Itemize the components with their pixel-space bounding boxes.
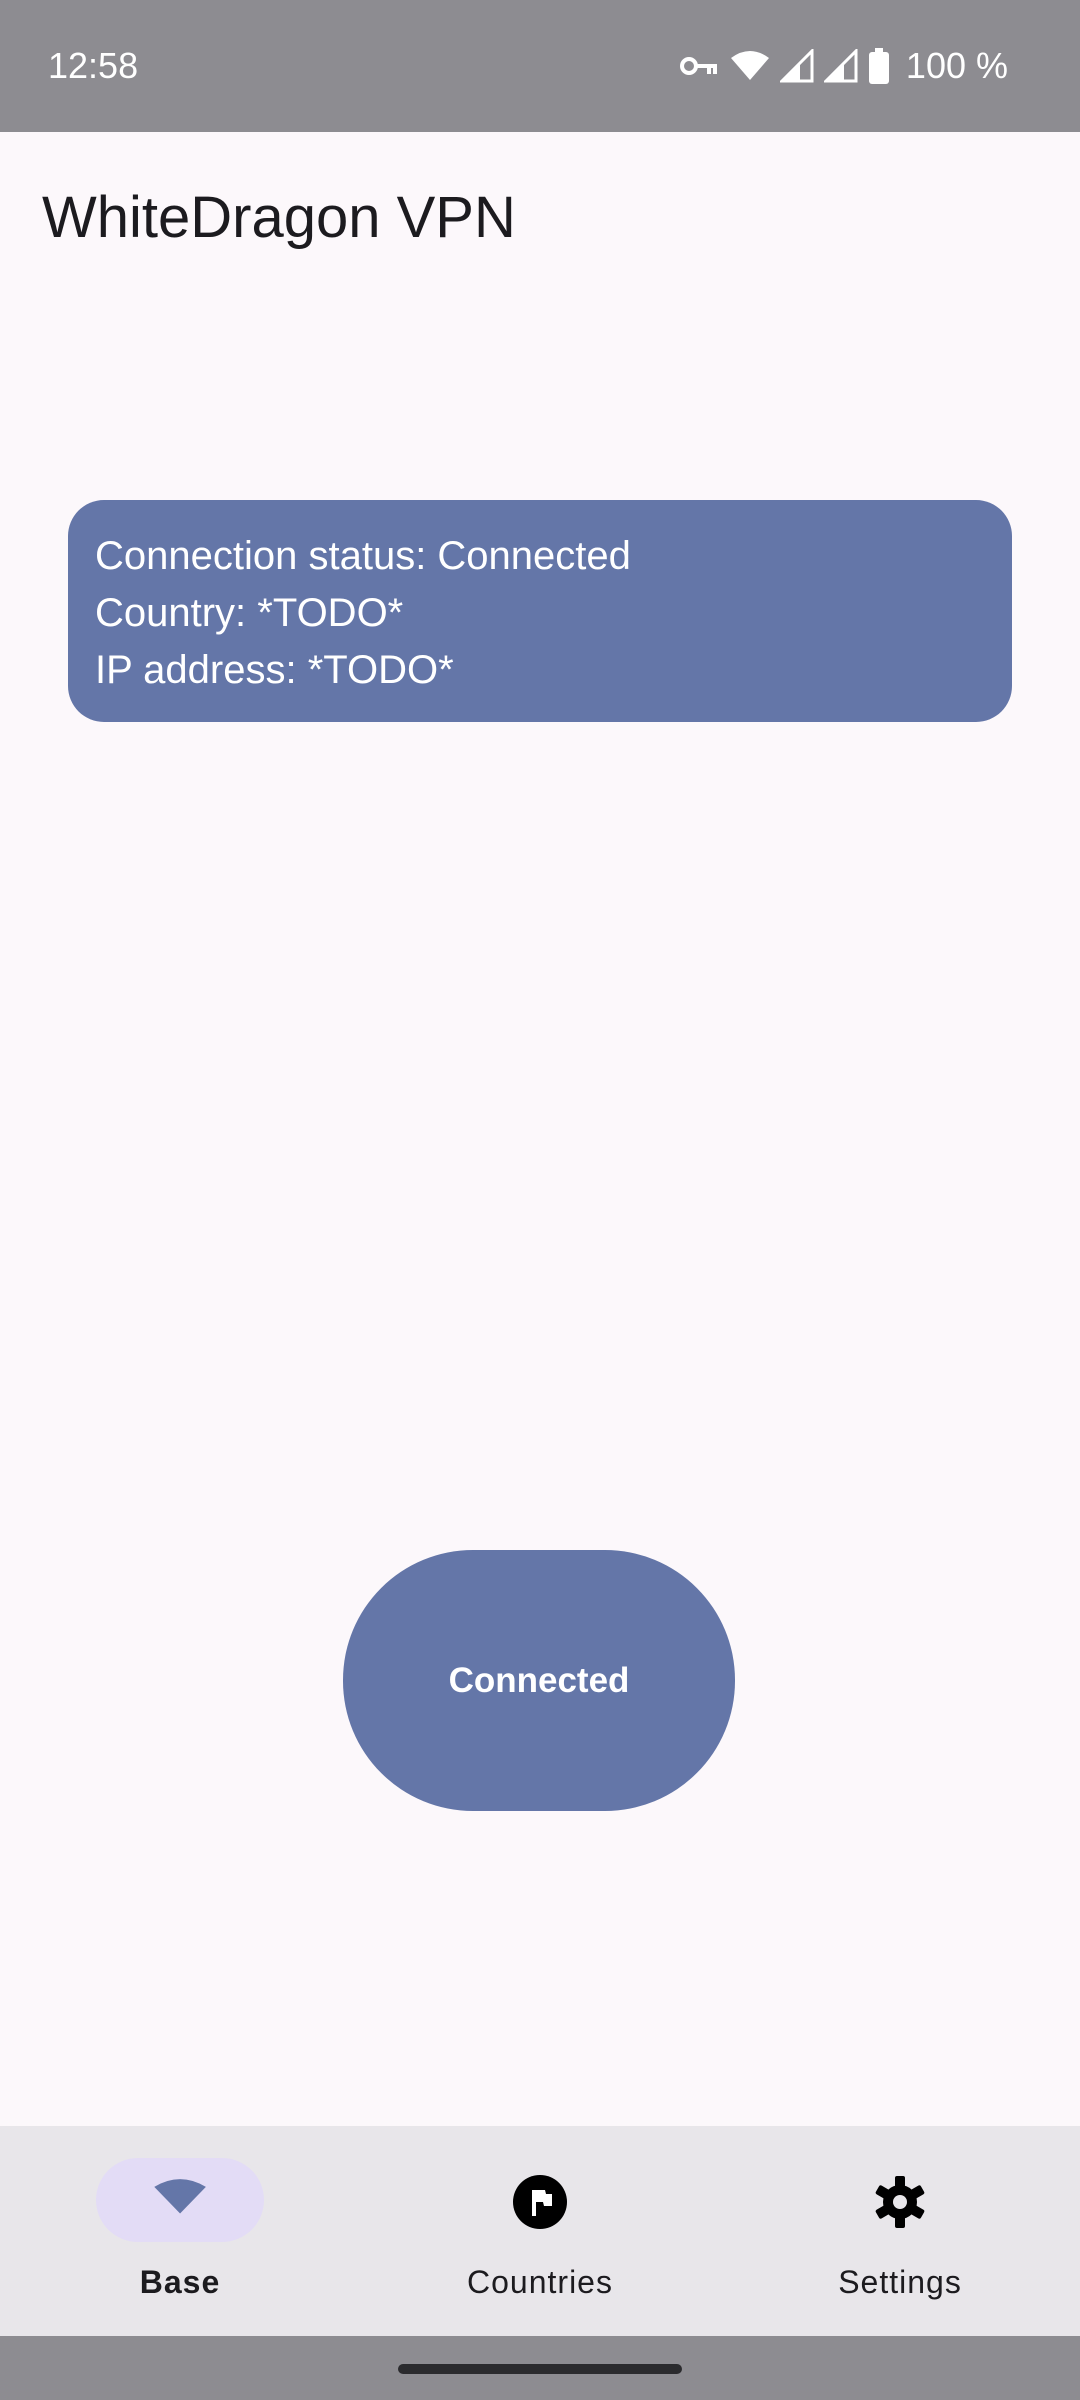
nav-label-settings: Settings xyxy=(838,2264,962,2300)
connection-status-text: Connection status: Connected xyxy=(95,534,631,578)
wifi-icon xyxy=(152,2174,208,2230)
status-time: 12:58 xyxy=(48,45,139,86)
signal-icon xyxy=(779,49,814,83)
ip-address-text: IP address: *TODO* xyxy=(95,648,454,692)
wifi-icon xyxy=(730,50,770,82)
app-screen: 12:58 100 % WhiteDragon VPN Connection s… xyxy=(0,0,1080,2400)
nav-label-base: Base xyxy=(139,2264,221,2300)
bottom-navigation: Base Countries Settings xyxy=(0,2126,1080,2336)
vpn-key-icon xyxy=(679,54,720,78)
nav-item-base[interactable]: Base xyxy=(0,2126,360,2336)
connection-info-card: Connection status: Connected Country: *T… xyxy=(68,500,1012,722)
nav-item-settings[interactable]: Settings xyxy=(720,2126,1080,2336)
status-bar: 12:58 100 % xyxy=(0,0,1080,132)
connect-button[interactable]: Connected xyxy=(343,1550,735,1811)
home-indicator[interactable] xyxy=(398,2364,682,2374)
country-text: Country: *TODO* xyxy=(95,591,404,635)
signal-icon xyxy=(823,49,858,83)
app-title: WhiteDragon VPN xyxy=(42,185,516,250)
battery-icon xyxy=(868,48,890,84)
status-icons: 100 % xyxy=(679,42,1008,90)
nav-label-countries: Countries xyxy=(467,2264,613,2300)
battery-percentage: 100 % xyxy=(905,45,1008,86)
gear-icon xyxy=(872,2174,928,2230)
nav-item-countries[interactable]: Countries xyxy=(360,2126,720,2336)
gesture-navigation-bar xyxy=(0,2336,1080,2400)
flag-icon xyxy=(512,2174,568,2230)
